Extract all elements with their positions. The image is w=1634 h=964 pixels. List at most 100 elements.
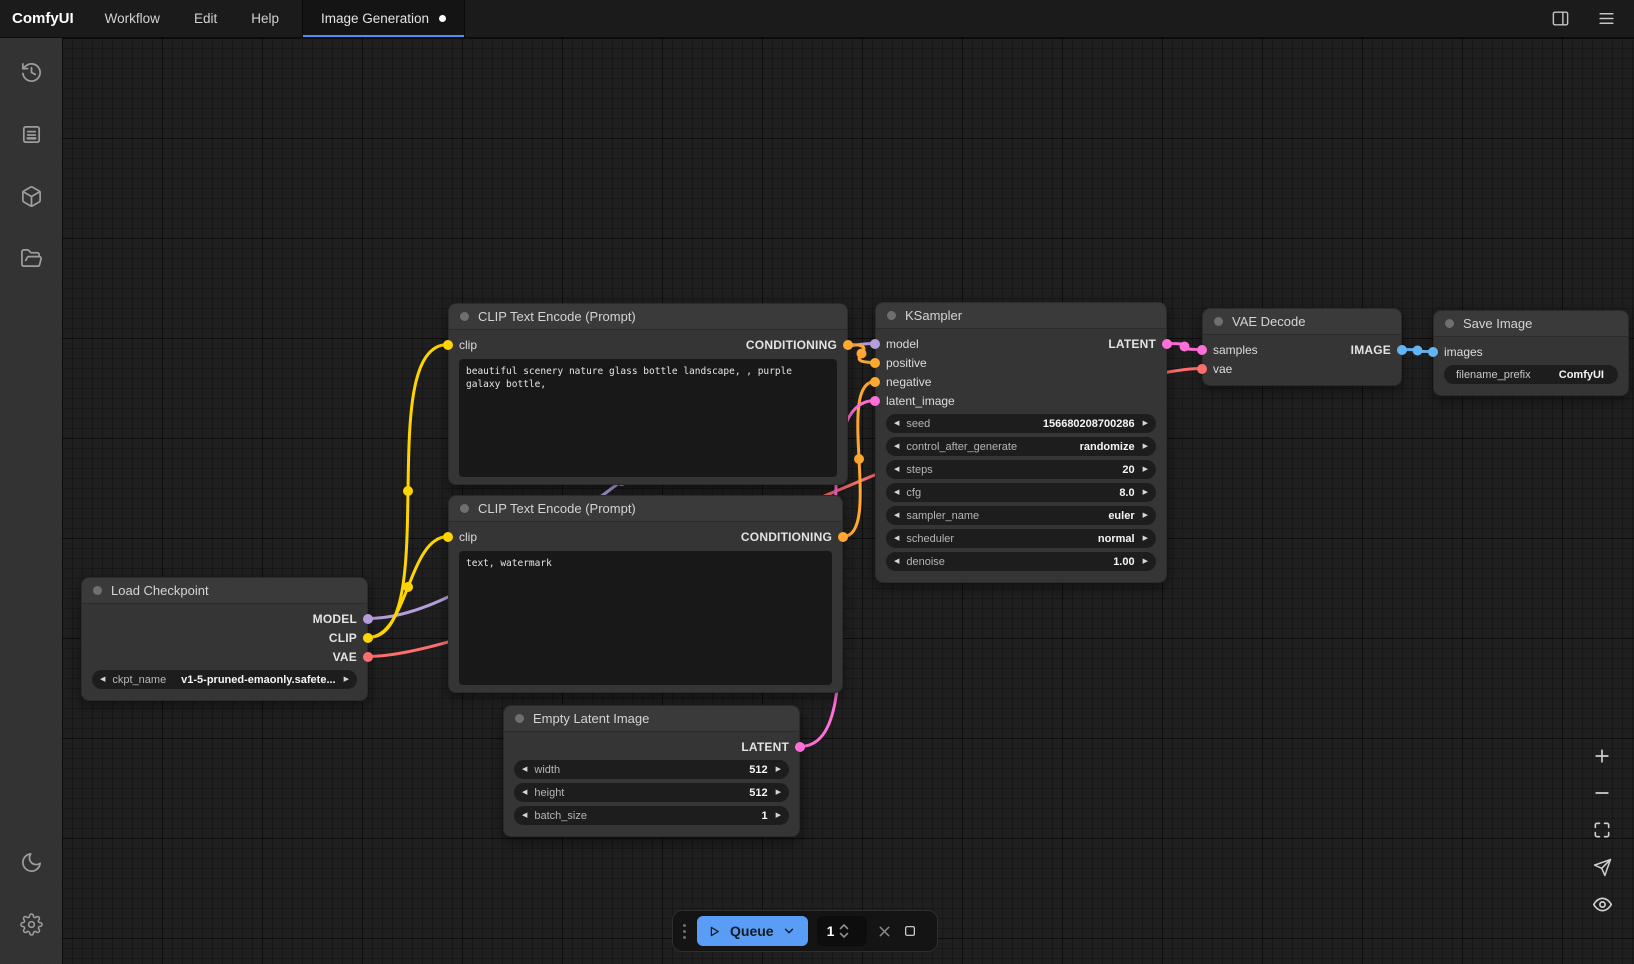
collapse-dot[interactable]: [1445, 319, 1454, 328]
node-vae-decode[interactable]: VAE Decode samples IMAGE vae: [1202, 308, 1402, 386]
output-port-latent[interactable]: [795, 742, 805, 752]
node-save-image[interactable]: Save Image images filename_prefix ComfyU…: [1433, 310, 1629, 396]
comfyui-logo[interactable]: ComfyUI: [0, 0, 88, 37]
widget-next-arrow[interactable]: ▶: [1143, 558, 1148, 565]
widget-prev-arrow[interactable]: ◀: [894, 512, 899, 519]
node-title-bar[interactable]: CLIP Text Encode (Prompt): [449, 304, 847, 330]
widget-prev-arrow[interactable]: ◀: [522, 812, 527, 819]
input-port-clip[interactable]: [443, 532, 453, 542]
node-empty-latent-image[interactable]: Empty Latent Image LATENT ◀ width 512 ▶ …: [503, 705, 800, 837]
input-port-images[interactable]: [1428, 347, 1438, 357]
queue-panel-icon[interactable]: [11, 114, 51, 154]
settings-gear-icon[interactable]: [11, 904, 51, 944]
input-port-positive[interactable]: [870, 358, 880, 368]
node-title-bar[interactable]: Empty Latent Image: [504, 706, 799, 732]
collapse-dot[interactable]: [93, 586, 102, 595]
widget-sampler-name[interactable]: ◀ sampler_name euler ▶: [886, 506, 1156, 525]
menu-edit[interactable]: Edit: [177, 0, 234, 37]
batch-count-input[interactable]: 1: [817, 916, 867, 946]
step-down-icon[interactable]: [839, 932, 849, 939]
toggle-panel-icon[interactable]: [1548, 7, 1572, 31]
menu-workflow[interactable]: Workflow: [88, 0, 177, 37]
node-clip-text-encode-positive[interactable]: CLIP Text Encode (Prompt) clip CONDITION…: [448, 303, 848, 485]
widget-next-arrow[interactable]: ▶: [776, 766, 781, 773]
output-port-model[interactable]: [363, 614, 373, 624]
queue-button[interactable]: Queue: [697, 916, 808, 946]
history-icon[interactable]: [11, 52, 51, 92]
widget-height[interactable]: ◀ height 512 ▶: [514, 783, 789, 802]
widget-next-arrow[interactable]: ▶: [776, 812, 781, 819]
widget-next-arrow[interactable]: ▶: [1143, 489, 1148, 496]
widget-prev-arrow[interactable]: ◀: [894, 535, 899, 542]
collapse-dot[interactable]: [1214, 317, 1223, 326]
clear-queue-icon[interactable]: [876, 923, 893, 940]
node-title-bar[interactable]: Save Image: [1434, 311, 1628, 337]
widget-width[interactable]: ◀ width 512 ▶: [514, 760, 789, 779]
widget-batch-size[interactable]: ◀ batch_size 1 ▶: [514, 806, 789, 825]
workflows-folder-icon[interactable]: [11, 238, 51, 278]
widget-prev-arrow[interactable]: ◀: [894, 558, 899, 565]
widget-next-arrow[interactable]: ▶: [1143, 512, 1148, 519]
select-mode-button[interactable]: [1590, 855, 1614, 879]
output-port-conditioning[interactable]: [838, 532, 848, 542]
collapse-dot[interactable]: [460, 312, 469, 321]
prompt-textarea[interactable]: beautiful scenery nature glass bottle la…: [459, 359, 837, 477]
step-up-icon[interactable]: [839, 923, 849, 930]
node-library-icon[interactable]: [11, 176, 51, 216]
node-load-checkpoint[interactable]: Load Checkpoint MODEL CLIP VAE ◀ ckpt_na…: [81, 577, 368, 701]
node-clip-text-encode-negative[interactable]: CLIP Text Encode (Prompt) clip CONDITION…: [448, 495, 843, 693]
node-ksampler[interactable]: KSampler model LATENT positive negative …: [875, 302, 1167, 583]
menu-help[interactable]: Help: [234, 0, 296, 37]
widget-prev-arrow[interactable]: ◀: [894, 420, 899, 427]
prompt-textarea[interactable]: text, watermark: [459, 551, 832, 685]
widget-next-arrow[interactable]: ▶: [344, 676, 349, 683]
widget-steps[interactable]: ◀ steps 20 ▶: [886, 460, 1156, 479]
hamburger-menu-icon[interactable]: [1594, 7, 1618, 31]
output-port-image[interactable]: [1397, 345, 1407, 355]
input-port-vae[interactable]: [1197, 364, 1207, 374]
theme-toggle-moon-icon[interactable]: [11, 842, 51, 882]
chevron-down-icon[interactable]: [782, 924, 796, 938]
widget-prev-arrow[interactable]: ◀: [894, 466, 899, 473]
widget-prev-arrow[interactable]: ◀: [894, 443, 899, 450]
widget-prev-arrow[interactable]: ◀: [894, 489, 899, 496]
toggle-link-visibility-eye-icon[interactable]: [1590, 892, 1614, 916]
widget-ckpt-name[interactable]: ◀ ckpt_name v1-5-pruned-emaonly.safete..…: [92, 670, 357, 689]
output-port-latent[interactable]: [1162, 339, 1172, 349]
workflow-tab[interactable]: Image Generation: [302, 0, 465, 37]
graph-canvas[interactable]: Load Checkpoint MODEL CLIP VAE ◀ ckpt_na…: [62, 38, 1634, 964]
collapse-dot[interactable]: [515, 714, 524, 723]
widget-next-arrow[interactable]: ▶: [1143, 420, 1148, 427]
node-title-bar[interactable]: VAE Decode: [1203, 309, 1401, 335]
node-title-bar[interactable]: KSampler: [876, 303, 1166, 329]
interrupt-stop-icon[interactable]: [902, 923, 918, 939]
widget-next-arrow[interactable]: ▶: [1143, 535, 1148, 542]
input-port-latent-image[interactable]: [870, 396, 880, 406]
zoom-out-button[interactable]: [1590, 781, 1614, 805]
collapse-dot[interactable]: [887, 311, 896, 320]
widget-seed[interactable]: ◀ seed 156680208700286 ▶: [886, 414, 1156, 433]
widget-control-after-generate[interactable]: ◀ control_after_generate randomize ▶: [886, 437, 1156, 456]
input-port-samples[interactable]: [1197, 345, 1207, 355]
widget-prev-arrow[interactable]: ◀: [522, 789, 527, 796]
output-port-clip[interactable]: [363, 633, 373, 643]
zoom-in-button[interactable]: [1590, 744, 1614, 768]
output-port-vae[interactable]: [363, 652, 373, 662]
queue-drag-handle[interactable]: [681, 924, 688, 939]
input-port-model[interactable]: [870, 339, 880, 349]
collapse-dot[interactable]: [460, 504, 469, 513]
fit-view-button[interactable]: [1590, 818, 1614, 842]
widget-filename-prefix[interactable]: filename_prefix ComfyUI: [1444, 365, 1618, 384]
input-port-clip[interactable]: [443, 340, 453, 350]
output-port-conditioning[interactable]: [843, 340, 853, 350]
node-title-bar[interactable]: CLIP Text Encode (Prompt): [449, 496, 842, 522]
node-title-bar[interactable]: Load Checkpoint: [82, 578, 367, 604]
widget-prev-arrow[interactable]: ◀: [100, 676, 105, 683]
widget-scheduler[interactable]: ◀ scheduler normal ▶: [886, 529, 1156, 548]
widget-prev-arrow[interactable]: ◀: [522, 766, 527, 773]
widget-cfg[interactable]: ◀ cfg 8.0 ▶: [886, 483, 1156, 502]
input-port-negative[interactable]: [870, 377, 880, 387]
widget-next-arrow[interactable]: ▶: [776, 789, 781, 796]
widget-next-arrow[interactable]: ▶: [1143, 443, 1148, 450]
widget-denoise[interactable]: ◀ denoise 1.00 ▶: [886, 552, 1156, 571]
